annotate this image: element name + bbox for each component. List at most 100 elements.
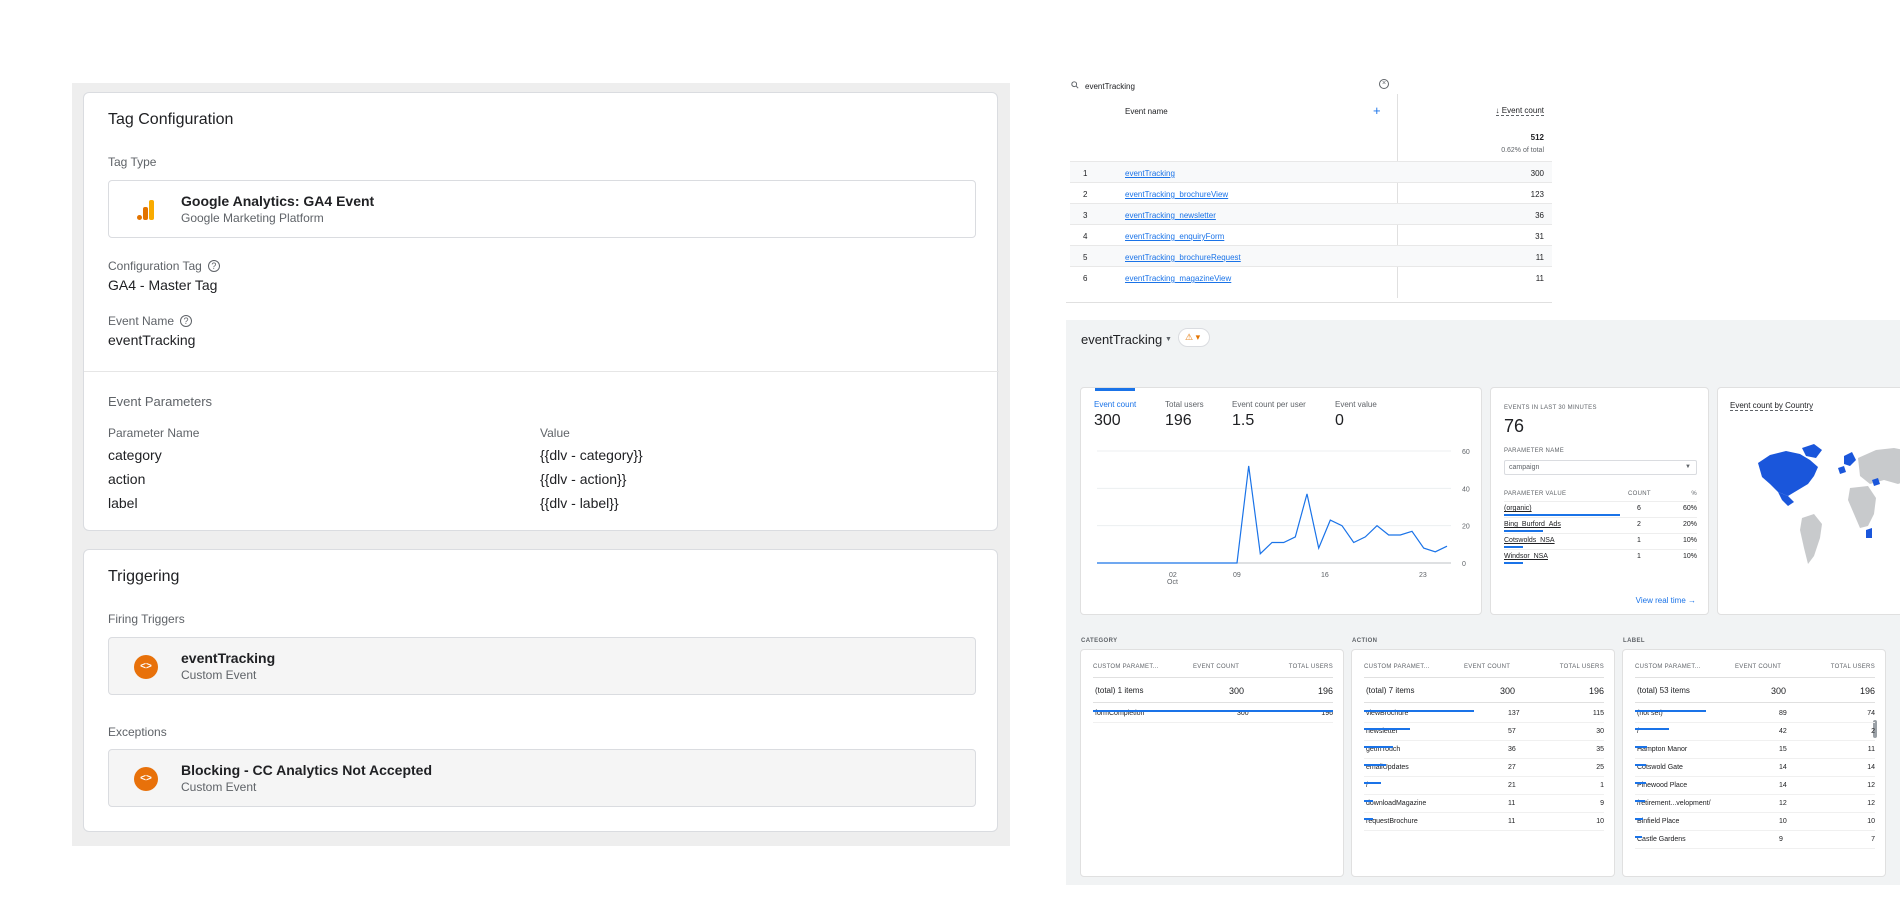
warning-icon[interactable]: ⚠ ▾ (1178, 328, 1210, 347)
param-value-header: Value (540, 426, 570, 440)
total-percent: 0.62% of total (1501, 147, 1544, 154)
x-tick-label: 02 (1169, 572, 1177, 579)
table-row[interactable]: downloadMagazine 11 9 (1364, 795, 1604, 813)
share-bar (1364, 764, 1386, 766)
table-row[interactable]: 6 eventTracking_magazineView 11 (1070, 266, 1552, 287)
table-row[interactable]: Cotswold Gate 14 14 (1635, 759, 1875, 777)
search-icon (1071, 81, 1079, 91)
custom-event-icon: <> (134, 655, 158, 679)
table-row[interactable]: formCompletion 300 196 (1093, 705, 1333, 723)
table-row[interactable]: (not set) 89 74 (1635, 705, 1875, 723)
share-bar (1093, 710, 1333, 712)
param-name: category (108, 447, 162, 463)
share-bar (1635, 764, 1647, 766)
tag-configuration-title: Tag Configuration (108, 111, 234, 128)
dimension-total-row: (total) 7 items 300 196 (1364, 677, 1604, 703)
table-row[interactable]: 1 eventTracking 300 (1070, 161, 1552, 182)
dropdown-icon[interactable]: ▼ (1165, 336, 1172, 343)
table-row[interactable]: (organic) 6 60% (1504, 501, 1697, 517)
tag-type-tile[interactable]: Google Analytics: GA4 Event Google Marke… (108, 180, 976, 238)
event-name-label: Event Name? (108, 314, 193, 328)
event-link[interactable]: eventTracking_magazineView (1125, 274, 1231, 283)
series-line (1097, 465, 1448, 564)
realtime-event-title[interactable]: eventTracking (1081, 332, 1162, 347)
firing-trigger-tile[interactable]: <> eventTracking Custom Event (108, 637, 976, 695)
y-tick-label: 40 (1462, 486, 1470, 493)
tag-type-name: Google Analytics: GA4 Event (181, 193, 375, 209)
event-link[interactable]: eventTracking_brochureRequest (1125, 253, 1241, 262)
parameter-select[interactable]: campaign ▼ (1504, 460, 1697, 475)
table-search[interactable]: eventTracking × (1066, 78, 1552, 94)
help-icon[interactable]: ? (207, 260, 220, 272)
tag-configuration-card[interactable]: Tag Configuration Tag Type Google Analyt… (83, 92, 999, 531)
table-row[interactable]: newsletter 57 30 (1364, 723, 1604, 741)
event-link[interactable]: eventTracking_newsletter (1125, 211, 1216, 220)
param-name-header: Parameter Name (108, 426, 200, 440)
param-value: {{dlv - action}} (540, 471, 627, 487)
table-row[interactable]: emailUpdates 27 25 (1364, 759, 1604, 777)
category-section-title: CATEGORY (1081, 638, 1118, 644)
table-row[interactable]: Binfield Place 10 10 (1635, 813, 1875, 831)
view-real-time-link[interactable]: View real time → (1636, 596, 1696, 605)
table-row[interactable]: /retirement...velopment/12 12 (1635, 795, 1875, 813)
table-row[interactable]: 4 eventTracking_enquiryForm 31 (1070, 224, 1552, 245)
table-row[interactable]: /21 1 (1364, 777, 1604, 795)
gtm-tag-editor: Tag Configuration Tag Type Google Analyt… (72, 83, 1010, 846)
clear-icon[interactable]: × (1379, 79, 1389, 89)
action-section-title: ACTION (1352, 638, 1378, 644)
y-tick-label: 0 (1462, 561, 1466, 568)
analytics-bars-icon (134, 198, 158, 222)
world-map (1758, 444, 1900, 564)
table-row[interactable]: 3 eventTracking_newsletter 36 (1070, 203, 1552, 224)
table-row[interactable]: viewBrochure 137 115 (1364, 705, 1604, 723)
share-bar (1635, 836, 1643, 838)
event-link[interactable]: eventTracking_brochureView (1125, 190, 1228, 199)
event-parameters-title: Event Parameters (108, 394, 213, 409)
share-bar (1364, 782, 1381, 784)
table-row[interactable]: 2 eventTracking_brochureView 123 (1070, 182, 1552, 203)
dimension-total-row: (total) 1 items 300 196 (1093, 677, 1333, 703)
y-tick-label: 60 (1462, 449, 1470, 456)
table-row[interactable]: getInTouch 36 35 (1364, 741, 1604, 759)
parameter-name-label: PARAMETER NAME (1504, 448, 1565, 454)
label-section-title: LABEL (1623, 638, 1645, 644)
table-row[interactable]: Bing_Burford_Ads 2 20% (1504, 517, 1697, 533)
exceptions-label: Exceptions (108, 725, 167, 739)
x-tick-label: 16 (1321, 572, 1329, 579)
event-name-value: eventTracking (108, 332, 196, 348)
exception-type: Custom Event (181, 780, 257, 794)
table-row[interactable]: 5 eventTracking_brochureRequest 11 (1070, 245, 1552, 266)
divider (84, 371, 999, 372)
share-bar (1364, 728, 1410, 730)
exception-trigger-tile[interactable]: <> Blocking - CC Analytics Not Accepted … (108, 749, 976, 807)
table-row[interactable]: requestBrochure 11 10 (1364, 813, 1604, 831)
dimension-total-row: (total) 53 items 300 196 (1635, 677, 1875, 703)
search-input[interactable]: eventTracking (1085, 82, 1135, 91)
table-row[interactable]: Pinewood Place 14 12 (1635, 777, 1875, 795)
config-tag-value: GA4 - Master Tag (108, 277, 218, 293)
event-link[interactable]: eventTracking (1125, 169, 1175, 178)
table-row[interactable]: Windsor_NSA 1 10% (1504, 549, 1697, 565)
table-row[interactable]: Hampton Manor 15 11 (1635, 741, 1875, 759)
tag-type-label: Tag Type (108, 155, 157, 169)
event-link[interactable]: eventTracking_enquiryForm (1125, 232, 1224, 241)
table-row[interactable]: Cotswolds_NSA 1 10% (1504, 533, 1697, 549)
help-icon[interactable]: ? (180, 315, 193, 327)
event-count-line-chart: 60 40 20 0 02Oct 09 16 23 (1097, 449, 1470, 586)
add-dimension-icon[interactable]: + (1373, 103, 1381, 118)
trigger-type: Custom Event (181, 668, 257, 682)
share-bar (1504, 530, 1543, 532)
share-bar (1504, 562, 1524, 564)
total-event-count: 512 (1530, 133, 1544, 142)
event-count-chart-card: Event count 300 Total users 196 Event coun… (1080, 387, 1482, 615)
col-header-event-name[interactable]: Event name (1125, 107, 1168, 116)
trigger-name: eventTracking (181, 650, 276, 666)
action-card: CUSTOM PARAMET... EVENT COUNT TOTAL USERS(… (1351, 649, 1615, 877)
col-header-event-count[interactable]: ↓ Event count (1495, 106, 1544, 116)
chevron-down-icon: ▼ (1685, 464, 1691, 470)
table-row[interactable]: /42 2 (1635, 723, 1875, 741)
realtime-event-panel: eventTracking ▼ ⚠ ▾ Event count 300 Total… (1066, 320, 1900, 885)
table-row[interactable]: Castle Gardens 9 7 (1635, 831, 1875, 849)
triggering-card[interactable]: Triggering Firing Triggers <> eventTrack… (83, 549, 998, 832)
share-bar (1364, 800, 1373, 802)
